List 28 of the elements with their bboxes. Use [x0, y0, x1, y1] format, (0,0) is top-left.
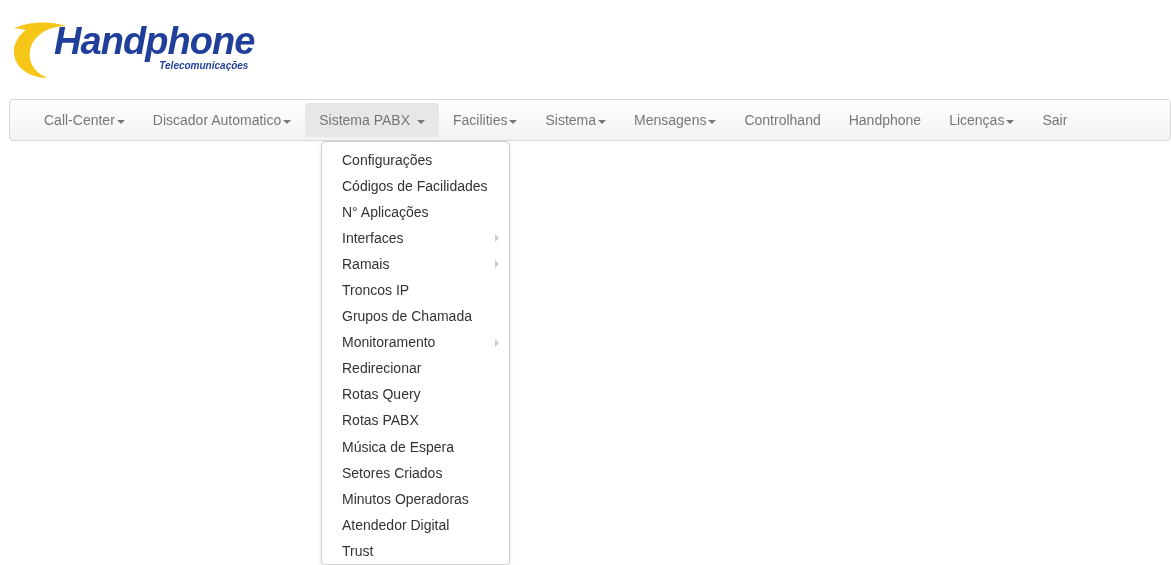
- nav-item[interactable]: Sistema PABX: [305, 103, 439, 137]
- menu-item[interactable]: Trust: [322, 538, 509, 565]
- menu-item[interactable]: Música de Espera: [322, 434, 509, 461]
- nav-item[interactable]: Sair: [1028, 103, 1082, 137]
- logo-wordmark: Handphone: [54, 22, 255, 60]
- menu-item[interactable]: Minutos Operadoras: [322, 486, 509, 513]
- nav-item[interactable]: Facilities: [439, 103, 532, 137]
- nav-item[interactable]: Controlhand: [730, 103, 835, 137]
- menu-item[interactable]: Troncos IP: [322, 277, 509, 304]
- nav-item[interactable]: Licenças: [935, 103, 1029, 137]
- menu-item[interactable]: Rotas Query: [322, 381, 509, 408]
- nav-item[interactable]: Handphone: [834, 103, 936, 137]
- menu-item[interactable]: Configurações: [322, 147, 509, 174]
- menu-item[interactable]: N° Aplicações: [322, 199, 509, 226]
- menu-item[interactable]: Redirecionar: [322, 355, 509, 382]
- logo-tagline: Telecomunicações: [159, 60, 249, 72]
- menu-item[interactable]: Rotas PABX: [322, 407, 509, 435]
- nav-item[interactable]: Discador Automatico: [138, 103, 306, 137]
- menu-item[interactable]: Setores Criados: [322, 460, 509, 487]
- nav-item[interactable]: Mensagens: [620, 103, 731, 137]
- nav-item[interactable]: Call-Center: [30, 103, 139, 137]
- menu-item[interactable]: Interfaces: [322, 225, 509, 252]
- menu-item[interactable]: Grupos de Chamada: [322, 303, 509, 330]
- menu-item[interactable]: Códigos de Facilidades: [322, 173, 509, 200]
- menu-item[interactable]: Monitoramento: [322, 329, 509, 356]
- nav-item[interactable]: Sistema: [531, 103, 621, 137]
- menu-item[interactable]: Ramais: [322, 251, 509, 278]
- menu-item[interactable]: Atendedor Digital: [322, 512, 509, 539]
